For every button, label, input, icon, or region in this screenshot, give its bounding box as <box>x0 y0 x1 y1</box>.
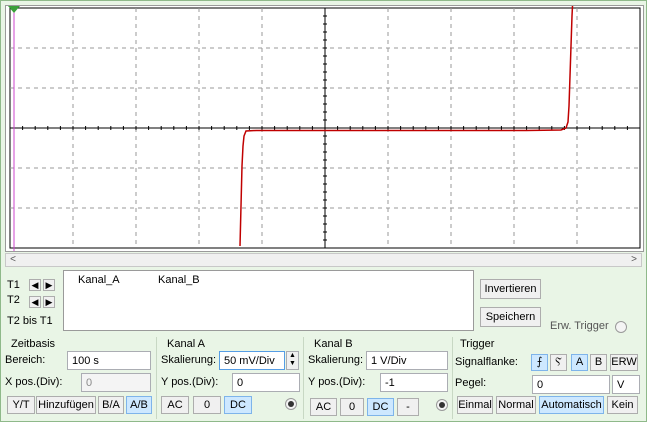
trigger-ext-button[interactable]: ERW <box>610 354 638 371</box>
t2-label: T2 <box>7 294 20 306</box>
trigger-auto-button[interactable]: Automatisch <box>539 396 604 414</box>
channel-a-scale-field[interactable]: 50 mV/Div <box>219 351 285 370</box>
channel-a-ypos-label: Y pos.(Div): <box>161 376 219 388</box>
channel-b-title: Kanal B <box>314 338 353 350</box>
channel-b-dc-button[interactable]: DC <box>367 398 394 416</box>
trigger-normal-button[interactable]: Normal <box>496 396 536 414</box>
ext-trigger-label: Erw. Trigger <box>550 320 609 332</box>
horizontal-scrollbar[interactable]: < > <box>5 253 642 267</box>
trigger-title: Trigger <box>460 338 495 350</box>
channel-a-scale-spinner[interactable]: ▲ ▼ <box>286 351 299 370</box>
channel-a-dc-button[interactable]: DC <box>224 396 252 414</box>
trigger-none-button[interactable]: Kein <box>607 396 638 414</box>
channel-b-ypos-field[interactable]: -1 <box>380 373 448 392</box>
timebase-range-label: Bereich: <box>5 354 46 366</box>
channel-a-trace <box>239 5 574 247</box>
spin-up-icon[interactable]: ▲ <box>287 352 298 360</box>
trigger-level-unit[interactable]: V <box>612 375 640 394</box>
scope-graph <box>8 5 641 251</box>
spin-down-icon[interactable]: ▼ <box>287 360 298 368</box>
channel-a-scale-label: Skalierung: <box>161 354 217 366</box>
channel-b-ac-button[interactable]: AC <box>310 398 337 416</box>
ab-button[interactable]: A/B <box>126 396 152 414</box>
trigger-edge-label: Signalflanke: <box>455 356 518 368</box>
t2-left-button[interactable]: ◀ <box>29 296 41 308</box>
trigger-b-button[interactable]: B <box>590 354 607 371</box>
invert-button[interactable]: Invertieren <box>480 279 541 299</box>
yt-button[interactable]: Y/T <box>7 396 35 414</box>
channel-a-zero-button[interactable]: 0 <box>193 396 221 414</box>
column-kanal-a: Kanal_A <box>78 274 120 286</box>
t2-t1-label: T2 bis T1 <box>7 315 53 327</box>
channel-b-ypos-label: Y pos.(Div): <box>308 376 366 388</box>
t2-right-button[interactable]: ▶ <box>43 296 55 308</box>
channel-a-ac-button[interactable]: AC <box>161 396 189 414</box>
t1-right-button[interactable]: ▶ <box>43 279 55 291</box>
channel-b-zero-button[interactable]: 0 <box>340 398 364 416</box>
channel-b-scale-label: Skalierung: <box>308 354 364 366</box>
separator <box>303 337 304 419</box>
t1-label: T1 <box>7 279 20 291</box>
trigger-level-label: Pegel: <box>455 377 487 389</box>
channel-a-radio[interactable] <box>285 398 297 410</box>
trigger-single-button[interactable]: Einmal <box>457 396 493 414</box>
timebase-xpos-field[interactable]: 0 <box>81 373 151 392</box>
falling-edge-button[interactable]: Ⲋ <box>550 354 567 371</box>
add-button[interactable]: Hinzufügen <box>36 396 96 414</box>
oscilloscope-window: < > T1 ◀ ▶ T2 ◀ ▶ T2 bis T1 Kanal_A Kana… <box>0 0 647 422</box>
timebase-title: Zeitbasis <box>11 338 56 350</box>
channel-b-radio[interactable] <box>436 399 448 411</box>
timebase-xpos-label: X pos.(Div): <box>5 376 63 388</box>
save-button[interactable]: Speichern <box>480 307 541 327</box>
timebase-range-field[interactable]: 100 s <box>67 351 151 370</box>
ext-trigger-radio[interactable] <box>615 321 627 333</box>
scroll-right-icon[interactable]: > <box>627 254 641 266</box>
ba-button[interactable]: B/A <box>98 396 124 414</box>
channel-b-minus-button[interactable]: - <box>397 398 419 416</box>
trigger-level-field[interactable]: 0 <box>532 375 610 394</box>
separator <box>156 337 157 419</box>
channel-b-scale-field[interactable]: 1 V/Div <box>366 351 448 370</box>
rising-edge-button[interactable]: ⨍ <box>531 354 548 371</box>
channel-a-ypos-field[interactable]: 0 <box>232 373 300 392</box>
scroll-left-icon[interactable]: < <box>6 254 20 266</box>
trigger-a-button[interactable]: A <box>571 354 588 371</box>
t1-left-button[interactable]: ◀ <box>29 279 41 291</box>
column-kanal-b: Kanal_B <box>158 274 200 286</box>
separator <box>452 337 453 419</box>
channel-a-title: Kanal A <box>167 338 205 350</box>
measurement-table: Kanal_A Kanal_B <box>63 270 474 331</box>
scope-display <box>5 5 644 252</box>
